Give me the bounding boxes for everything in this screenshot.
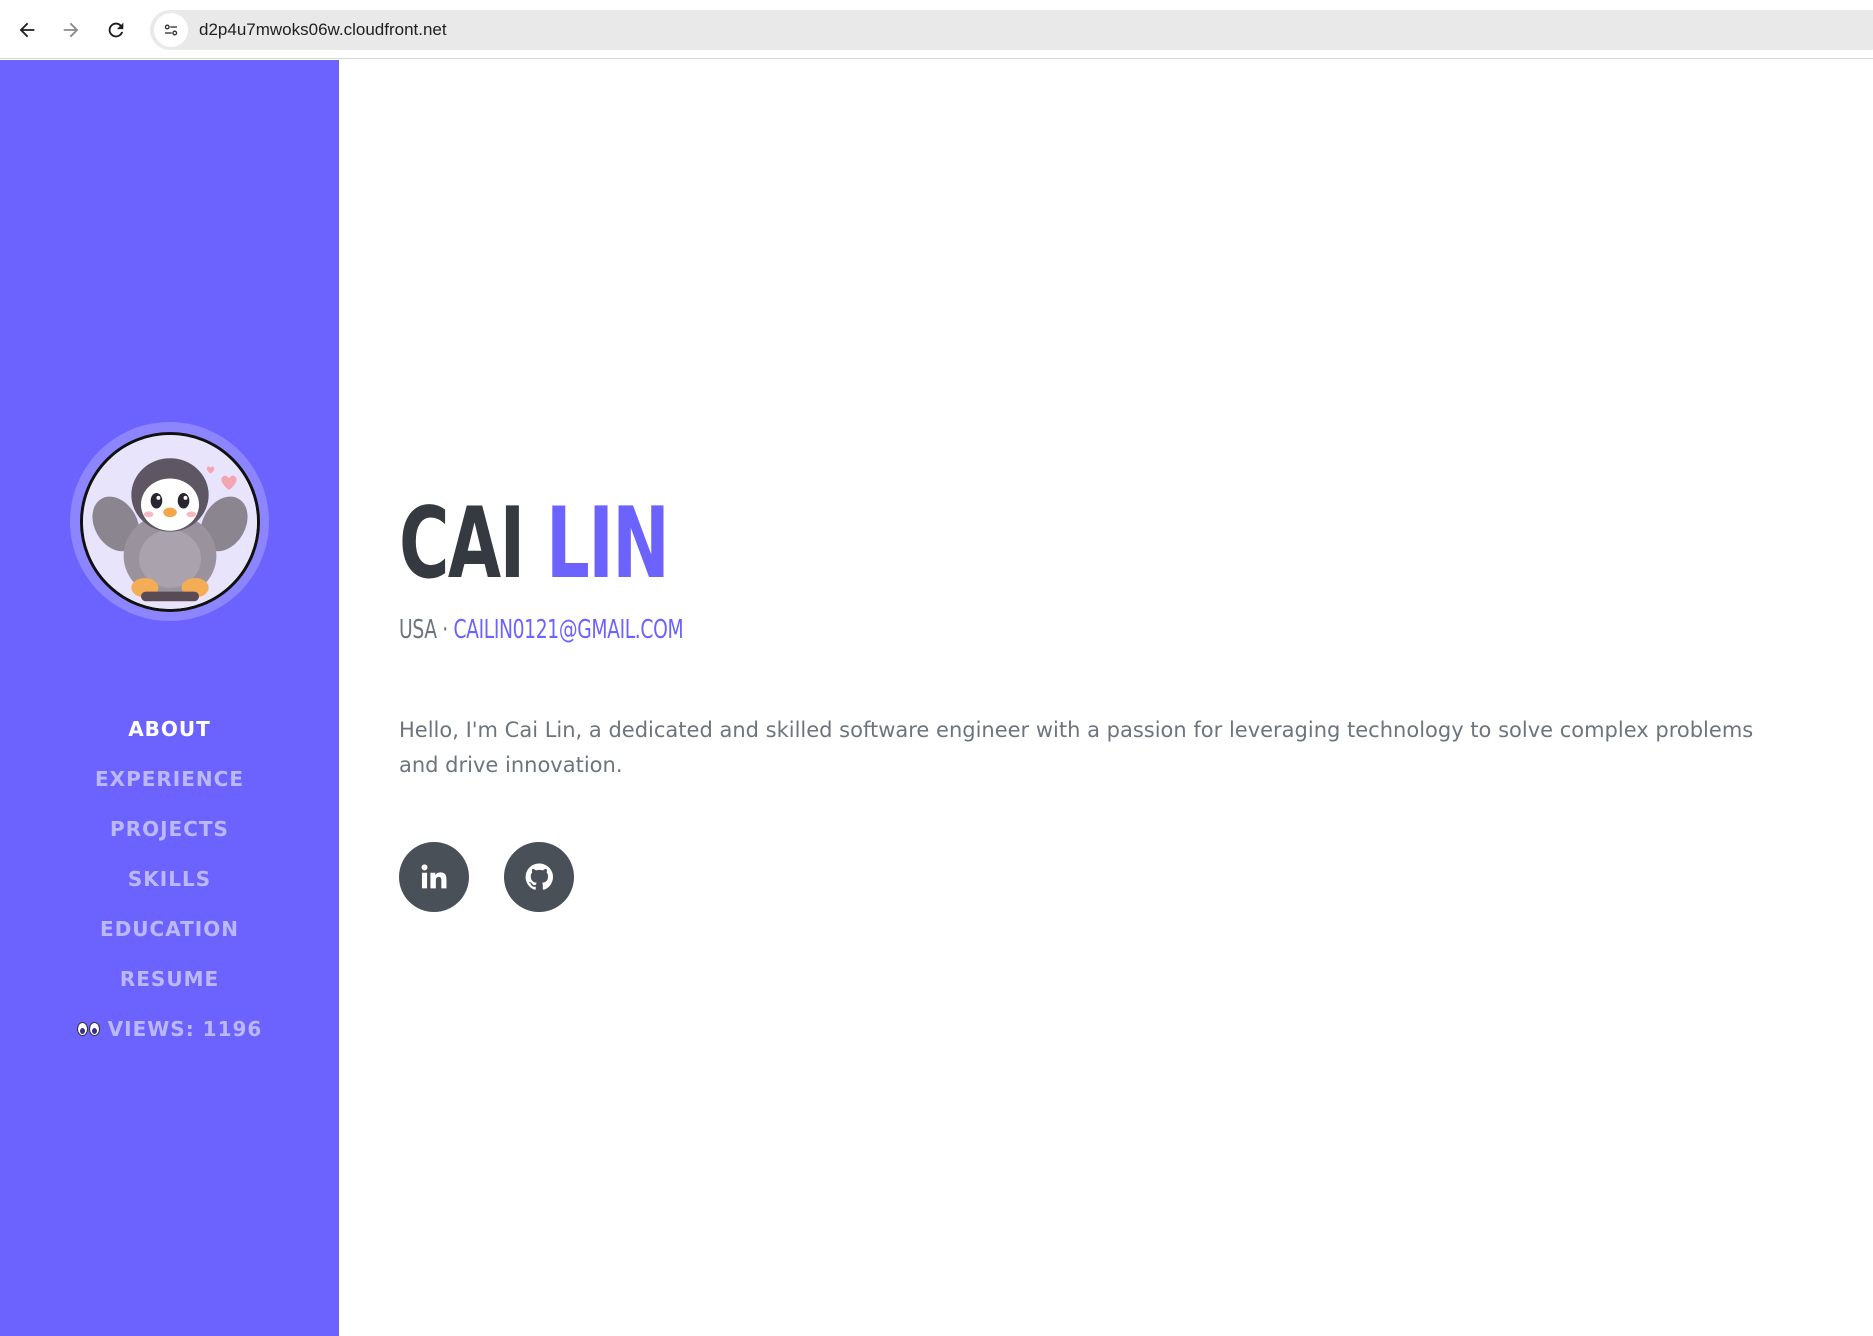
first-name: CAI: [399, 487, 525, 601]
arrow-left-icon: [19, 22, 35, 38]
email-link[interactable]: CAILIN0121@GMAIL.COM: [453, 615, 683, 645]
contact-subheading: USA · CAILIN0121@GMAIL.COM: [399, 615, 684, 645]
nav-item-resume[interactable]: RESUME: [0, 954, 339, 1004]
address-bar[interactable]: d2p4u7mwoks06w.cloudfront.net: [150, 10, 1873, 50]
nav-item-label: ABOUT: [128, 717, 211, 741]
avatar: [79, 431, 260, 612]
penguin-avatar-image: [82, 434, 257, 609]
eye-right: [88, 1022, 100, 1036]
last-name: LIN: [545, 487, 670, 601]
linkedin-icon: [421, 864, 447, 889]
avatar-ring: [70, 422, 269, 621]
nav-item-label: SKILLS: [127, 867, 212, 891]
nav-item-label: PROJECTS: [110, 817, 229, 841]
eyes-icon: [76, 1022, 100, 1036]
tune-icon: [164, 24, 178, 36]
forward-button[interactable]: [55, 14, 87, 46]
nav-item-label: RESUME: [119, 967, 220, 991]
nav-item-about[interactable]: ABOUT: [0, 704, 339, 754]
site-info-button[interactable]: [154, 13, 188, 47]
about-section: CAI LIN USA · CAILIN0121@GMAIL.COM Hello…: [399, 60, 1829, 1336]
social-links: [399, 842, 574, 912]
nav-item-education[interactable]: EDUCATION: [0, 904, 339, 954]
location-text: USA ·: [399, 615, 448, 645]
nav-item-experience[interactable]: EXPERIENCE: [0, 754, 339, 804]
reload-button[interactable]: [100, 14, 132, 46]
linkedin-button[interactable]: [399, 842, 469, 912]
github-button[interactable]: [504, 842, 574, 912]
browser-toolbar: d2p4u7mwoks06w.cloudfront.net: [0, 0, 1873, 59]
section-nav: ABOUT EXPERIENCE PROJECTS SKILLS EDUCATI…: [0, 704, 339, 1054]
name-heading: CAI LIN: [399, 495, 670, 593]
eye-left: [76, 1022, 88, 1036]
nav-item-projects[interactable]: PROJECTS: [0, 804, 339, 854]
sidebar: ABOUT EXPERIENCE PROJECTS SKILLS EDUCATI…: [0, 60, 339, 1336]
views-label: VIEWS: 1196: [107, 1017, 263, 1041]
nav-item-label: EDUCATION: [100, 917, 239, 941]
views-counter: VIEWS: 1196: [0, 1004, 339, 1054]
url-text[interactable]: d2p4u7mwoks06w.cloudfront.net: [199, 20, 447, 40]
back-button[interactable]: [11, 14, 43, 46]
github-icon: [525, 863, 553, 890]
intro-paragraph: Hello, I'm Cai Lin, a dedicated and skil…: [399, 718, 1754, 777]
nav-item-label: EXPERIENCE: [95, 767, 244, 791]
nav-item-skills[interactable]: SKILLS: [0, 854, 339, 904]
arrow-right-icon: [63, 22, 79, 38]
reload-icon: [108, 22, 124, 38]
